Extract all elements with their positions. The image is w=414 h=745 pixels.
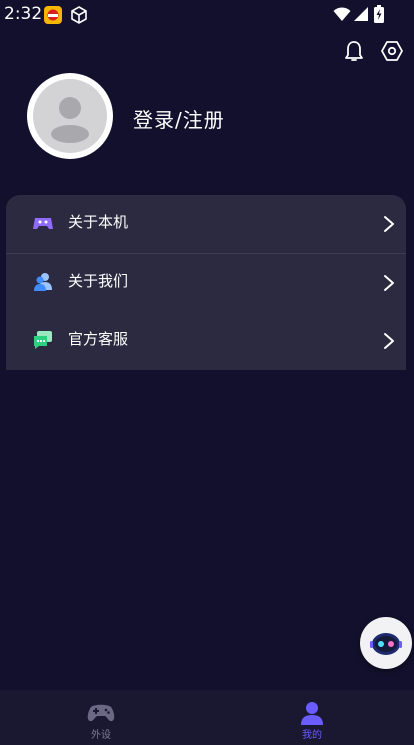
tab-label: 我的: [302, 730, 322, 741]
menu-card: 关于本机 关于我们 官方客服: [6, 195, 406, 370]
menu-item-about-device[interactable]: 关于本机: [6, 195, 406, 254]
robot-assistant-icon: [370, 633, 402, 655]
bottom-tab-bar: 外设 我的: [0, 690, 414, 745]
menu-item-label: 关于本机: [68, 213, 129, 231]
bell-icon[interactable]: [342, 39, 366, 63]
gear-icon[interactable]: [380, 39, 404, 63]
chevron-right-icon: [384, 216, 394, 232]
avatar[interactable]: [27, 73, 113, 159]
menu-item-official-support[interactable]: 官方客服: [6, 312, 406, 370]
assistant-fab[interactable]: [360, 617, 412, 669]
menu-item-label: 关于我们: [68, 272, 129, 290]
battery-charging-icon: [374, 5, 384, 23]
gamepad-icon: [87, 704, 115, 722]
status-time: 2:32: [4, 4, 43, 24]
tab-mine[interactable]: 我的: [252, 690, 372, 745]
default-user-icon: [33, 79, 107, 153]
menu-item-label: 官方客服: [68, 330, 129, 348]
status-bar: 2:32: [0, 0, 414, 30]
wifi-icon: [333, 7, 351, 21]
user-icon: [301, 702, 323, 725]
chevron-right-icon: [384, 333, 394, 349]
controller-icon: [33, 218, 53, 229]
login-register-link[interactable]: 登录/注册: [133, 104, 225, 133]
chevron-right-icon: [384, 275, 394, 291]
cube-app-icon: [71, 6, 87, 24]
flame-app-icon: [44, 6, 62, 24]
tab-peripherals[interactable]: 外设: [41, 690, 161, 745]
people-icon: [34, 273, 52, 291]
menu-item-about-us[interactable]: 关于我们: [6, 254, 406, 312]
signal-icon: [354, 7, 368, 21]
tab-label: 外设: [91, 730, 111, 741]
chat-icon: [34, 331, 52, 349]
